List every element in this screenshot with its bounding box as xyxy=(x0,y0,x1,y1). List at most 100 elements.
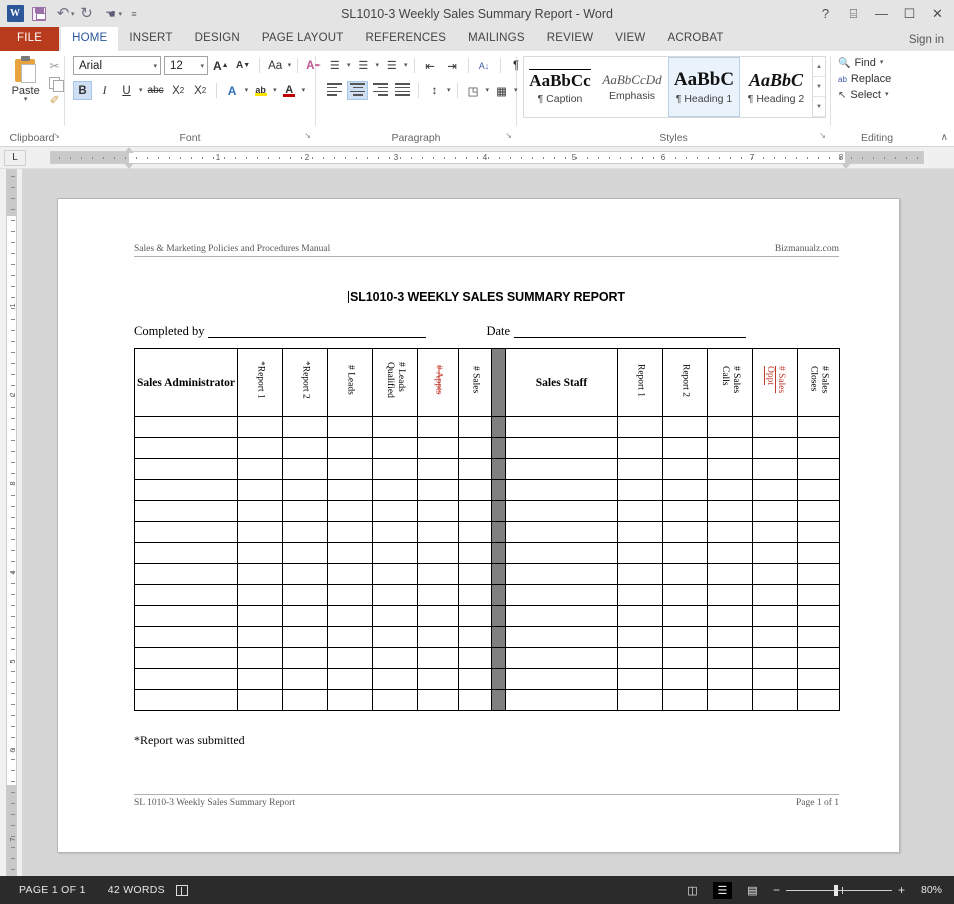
table-cell[interactable] xyxy=(753,648,798,669)
table-cell[interactable] xyxy=(459,669,492,690)
table-cell[interactable] xyxy=(753,417,798,438)
table-cell[interactable] xyxy=(135,501,238,522)
table-cell[interactable] xyxy=(459,417,492,438)
highlight-dropdown-icon[interactable]: ▾ xyxy=(273,88,277,94)
zoom-level[interactable]: 80% xyxy=(916,884,942,896)
table-cell[interactable] xyxy=(506,585,618,606)
table-cell[interactable] xyxy=(238,648,283,669)
table-cell[interactable] xyxy=(373,585,418,606)
table-cell[interactable] xyxy=(798,606,840,627)
table-row[interactable] xyxy=(135,543,840,564)
line-spacing-icon[interactable]: ↕ xyxy=(425,81,444,100)
table-cell[interactable] xyxy=(283,564,328,585)
table-cell[interactable] xyxy=(238,690,283,711)
web-layout-icon[interactable]: ▤ xyxy=(743,882,762,899)
table-cell[interactable] xyxy=(798,522,840,543)
styles-gallery[interactable]: AaBbCc ¶ Caption AaBbCcDd Emphasis AaBbC… xyxy=(523,56,826,118)
help-icon[interactable]: ? xyxy=(817,6,834,21)
font-name-input[interactable]: Arial ▾ xyxy=(73,56,161,75)
table-cell[interactable] xyxy=(708,627,753,648)
proofing-icon[interactable] xyxy=(176,885,188,896)
table-cell[interactable] xyxy=(753,459,798,480)
table-cell[interactable] xyxy=(708,648,753,669)
styles-scroll-down-icon[interactable]: ▼ xyxy=(813,77,825,97)
table-cell[interactable] xyxy=(135,459,238,480)
table-cell[interactable] xyxy=(663,648,708,669)
table-cell[interactable] xyxy=(798,648,840,669)
quick-access-toolbar[interactable]: W ↶ ▾ ↻ ☚ ▾ ≡ xyxy=(0,3,146,25)
weekly-sales-summary-table[interactable]: Sales Administrator *Report 1 *Report 2 … xyxy=(134,348,840,711)
table-cell[interactable] xyxy=(618,627,663,648)
paste-dropdown-icon[interactable]: ▾ xyxy=(24,97,28,103)
table-cell[interactable] xyxy=(283,459,328,480)
table-cell[interactable] xyxy=(283,690,328,711)
table-cell[interactable] xyxy=(328,648,373,669)
table-cell[interactable] xyxy=(418,543,459,564)
table-cell[interactable] xyxy=(373,627,418,648)
window-controls[interactable]: ? ⌸ — ☐ ✕ xyxy=(817,6,954,22)
clipboard-dialog-launcher-icon[interactable]: ↘ xyxy=(53,128,60,144)
table-cell[interactable] xyxy=(506,438,618,459)
read-mode-icon[interactable]: ◫ xyxy=(683,882,702,899)
style-caption[interactable]: AaBbCc ¶ Caption xyxy=(524,57,596,117)
borders-icon[interactable]: ▦ xyxy=(492,81,511,100)
bullets-dropdown-icon[interactable]: ▾ xyxy=(347,63,351,69)
table-cell[interactable] xyxy=(663,669,708,690)
superscript-button[interactable]: X2 xyxy=(191,81,210,100)
save-icon[interactable] xyxy=(27,3,51,25)
table-cell[interactable] xyxy=(506,669,618,690)
table-cell[interactable] xyxy=(663,585,708,606)
document-page[interactable]: Sales & Marketing Policies and Procedure… xyxy=(57,198,900,853)
table-cell[interactable] xyxy=(283,501,328,522)
table-cell[interactable] xyxy=(753,438,798,459)
styles-more-icon[interactable]: ▼ xyxy=(813,97,825,117)
completed-by-field[interactable] xyxy=(208,324,426,338)
table-cell[interactable] xyxy=(373,501,418,522)
table-cell[interactable] xyxy=(418,564,459,585)
table-cell[interactable] xyxy=(135,690,238,711)
table-cell[interactable] xyxy=(418,459,459,480)
table-cell[interactable] xyxy=(506,543,618,564)
shading-dropdown-icon[interactable]: ▾ xyxy=(486,88,490,94)
text-highlight-icon[interactable]: ab xyxy=(251,81,270,100)
table-cell[interactable] xyxy=(663,690,708,711)
zoom-track[interactable] xyxy=(786,890,892,891)
table-cell[interactable] xyxy=(618,606,663,627)
table-cell[interactable] xyxy=(459,564,492,585)
table-cell[interactable] xyxy=(328,459,373,480)
table-row[interactable] xyxy=(135,417,840,438)
table-cell[interactable] xyxy=(418,417,459,438)
tab-file[interactable]: FILE xyxy=(0,27,59,51)
table-row[interactable] xyxy=(135,438,840,459)
close-button[interactable]: ✕ xyxy=(929,6,946,22)
table-cell[interactable] xyxy=(798,480,840,501)
table-cell[interactable] xyxy=(663,543,708,564)
increase-indent-icon[interactable]: ⇥ xyxy=(443,56,462,75)
table-row[interactable] xyxy=(135,459,840,480)
align-left-icon[interactable] xyxy=(325,81,344,100)
table-cell[interactable] xyxy=(708,501,753,522)
justify-icon[interactable] xyxy=(393,81,412,100)
underline-button[interactable]: U xyxy=(117,81,136,100)
subscript-button[interactable]: X2 xyxy=(169,81,188,100)
font-color-icon[interactable]: A xyxy=(280,81,299,100)
table-cell[interactable] xyxy=(663,480,708,501)
table-cell[interactable] xyxy=(708,522,753,543)
table-cell[interactable] xyxy=(418,438,459,459)
table-cell[interactable] xyxy=(753,627,798,648)
table-cell[interactable] xyxy=(663,522,708,543)
style-emphasis[interactable]: AaBbCcDd Emphasis xyxy=(596,57,668,117)
table-cell[interactable] xyxy=(798,627,840,648)
select-dropdown-icon[interactable]: ▾ xyxy=(885,92,889,98)
numbering-dropdown-icon[interactable]: ▾ xyxy=(376,63,380,69)
table-row[interactable] xyxy=(135,606,840,627)
table-cell[interactable] xyxy=(328,564,373,585)
table-cell[interactable] xyxy=(328,690,373,711)
paragraph-dialog-launcher-icon[interactable]: ↘ xyxy=(505,128,512,144)
strikethrough-button[interactable]: abc xyxy=(146,81,166,100)
tab-insert[interactable]: INSERT xyxy=(118,27,183,51)
table-cell[interactable] xyxy=(506,627,618,648)
cut-icon[interactable]: ✂ xyxy=(50,59,60,73)
table-cell[interactable] xyxy=(418,669,459,690)
numbering-icon[interactable]: ☰ xyxy=(354,56,373,75)
